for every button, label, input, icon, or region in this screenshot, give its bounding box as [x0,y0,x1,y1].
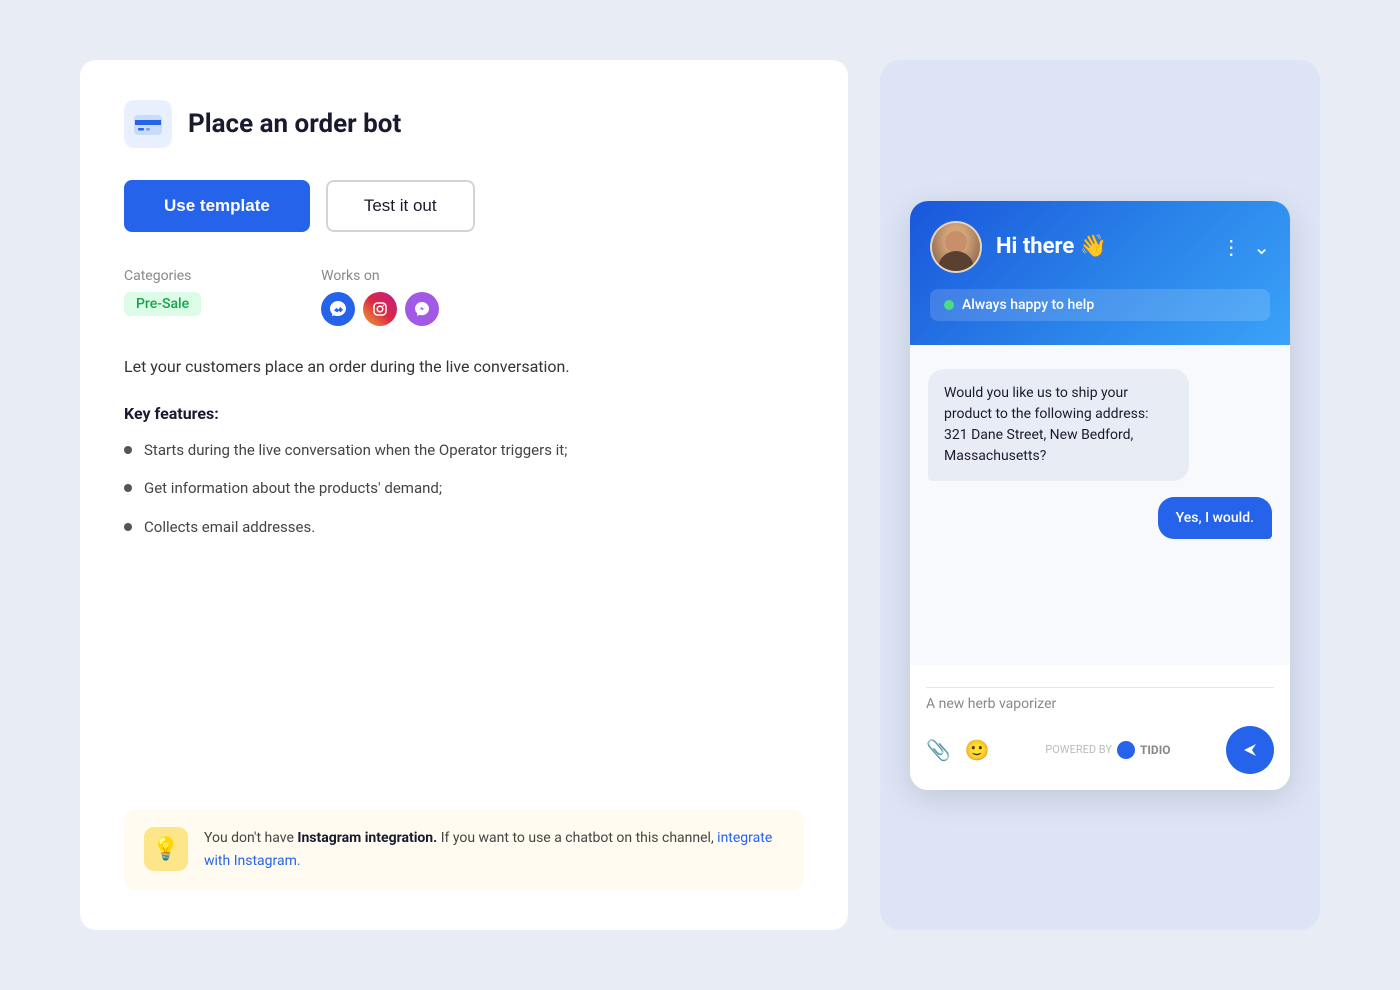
chat-status-bar: Always happy to help [930,289,1270,321]
use-template-button[interactable]: Use template [124,180,310,232]
action-buttons: Use template Test it out [124,180,804,232]
avatar [930,221,982,273]
chat-greeting: Hi there 👋 [996,234,1207,259]
notification-banner: 💡 You don't have Instagram integration. … [124,809,804,890]
chat-input-area: A new herb vaporizer 📎 🙂 POWERED BY TIDI… [910,665,1290,790]
instagram-icon [363,292,397,326]
description-text: Let your customers place an order during… [124,354,804,380]
avatar-image [932,223,980,271]
emoji-icon[interactable]: 🙂 [965,738,990,762]
feature-item-2: Get information about the products' dema… [124,477,804,500]
categories-section: Categories Pre-Sale [124,268,201,326]
status-dot [944,300,954,310]
chat-input-row: 📎 🙂 POWERED BY TIDIO [926,726,1274,774]
bot-header: Place an order bot [124,100,804,148]
lightbulb-icon: 💡 [152,837,179,862]
page-title: Place an order bot [188,109,401,139]
chat-input-icons: 📎 🙂 [926,738,990,762]
bullet-dot-1 [124,446,132,454]
bot-icon [124,100,172,148]
features-list: Starts during the live conversation when… [124,439,804,555]
feature-item-1: Starts during the live conversation when… [124,439,804,462]
category-badge: Pre-Sale [124,292,201,316]
attachment-icon[interactable]: 📎 [926,738,951,762]
menu-icon[interactable]: ⋮ [1221,235,1241,259]
left-panel: Place an order bot Use template Test it … [80,60,848,930]
greeting-text: Hi there 👋 [996,234,1107,259]
works-on-section: Works on [321,268,439,326]
bot-message-1: Would you like us to ship your product t… [928,369,1189,481]
powered-by-label: POWERED BY [1045,743,1112,756]
send-icon [1240,740,1260,760]
key-features-title: Key features: [124,404,804,423]
categories-label: Categories [124,268,201,284]
credit-card-icon [134,110,162,138]
main-container: Place an order bot Use template Test it … [80,60,1320,930]
chevron-down-icon[interactable]: ⌄ [1253,235,1270,259]
feature-text-1: Starts during the live conversation when… [144,439,567,462]
feature-item-3: Collects email addresses. [124,516,804,539]
fb-messenger-icon [405,292,439,326]
chat-window: Hi there 👋 ⋮ ⌄ Always happy to help Woul… [910,201,1290,790]
works-on-label: Works on [321,268,439,284]
feature-text-3: Collects email addresses. [144,516,315,539]
messenger-icon [321,292,355,326]
chat-divider [926,687,1274,688]
chat-input-placeholder: A new herb vaporizer [926,696,1274,712]
tidio-icon [1117,741,1135,759]
bullet-dot-3 [124,523,132,531]
status-text: Always happy to help [962,297,1094,313]
user-message-1: Yes, I would. [1158,497,1272,539]
notification-text: You don't have Instagram integration. If… [204,827,784,872]
works-on-icons [321,292,439,326]
feature-text-2: Get information about the products' dema… [144,477,442,500]
meta-row: Categories Pre-Sale Works on [124,268,804,326]
send-button[interactable] [1226,726,1274,774]
notification-text-bold: Instagram integration. [297,830,437,846]
chat-body: Would you like us to ship your product t… [910,345,1290,665]
notification-text-middle: If you want to use a chatbot on this cha… [437,830,717,846]
chat-header-top: Hi there 👋 ⋮ ⌄ [930,221,1270,273]
notification-icon: 💡 [144,827,188,871]
test-it-out-button[interactable]: Test it out [326,180,475,232]
powered-by: POWERED BY TIDIO [1045,741,1170,759]
bullet-dot-2 [124,484,132,492]
chat-header: Hi there 👋 ⋮ ⌄ Always happy to help [910,201,1290,345]
tidio-brand: TIDIO [1140,743,1171,757]
notification-text-start: You don't have [204,830,297,846]
right-panel: Hi there 👋 ⋮ ⌄ Always happy to help Woul… [880,60,1320,930]
chat-header-icons: ⋮ ⌄ [1221,235,1270,259]
